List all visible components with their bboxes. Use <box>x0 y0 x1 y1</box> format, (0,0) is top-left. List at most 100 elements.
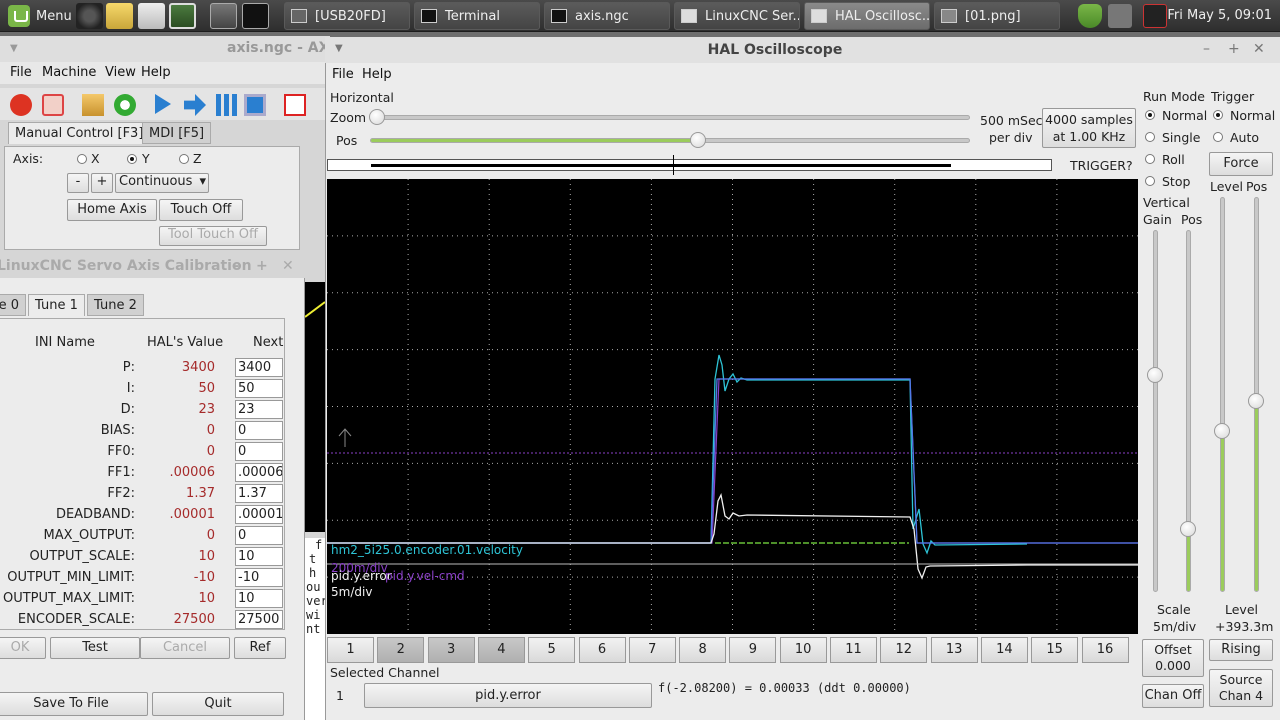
task-linuxcnc-servo[interactable]: LinuxCNC Ser... <box>674 2 800 30</box>
touch-off-button[interactable]: Touch Off <box>159 199 243 221</box>
channel-button-13[interactable]: 13 <box>930 637 978 663</box>
channel-button-2[interactable]: 2 <box>377 637 425 663</box>
task-hal-oscilloscope[interactable]: HAL Oscillosc... <box>804 2 930 30</box>
param-next-input[interactable]: .00001 <box>235 505 283 524</box>
param-next-input[interactable]: 0 <box>235 442 283 461</box>
trigger-level-knob[interactable] <box>1214 423 1230 439</box>
channel-button-3[interactable]: 3 <box>427 637 475 663</box>
channel-button-14[interactable]: 14 <box>980 637 1028 663</box>
channel-button-10[interactable]: 10 <box>779 637 827 663</box>
param-next-input[interactable]: 3400 <box>235 358 283 377</box>
start-menu-button[interactable]: Menu <box>0 0 72 32</box>
channel-button-4[interactable]: 4 <box>477 637 525 663</box>
vertical-pos-knob[interactable] <box>1180 521 1196 537</box>
axis-menu-machine[interactable]: Machine <box>42 65 96 80</box>
channel-button-15[interactable]: 15 <box>1031 637 1079 663</box>
channel-button-9[interactable]: 9 <box>729 637 777 663</box>
channel-button-5[interactable]: 5 <box>528 637 576 663</box>
shield-icon[interactable] <box>1078 4 1102 28</box>
axis-menu-file[interactable]: File <box>10 65 32 80</box>
axis-radio-y[interactable] <box>127 154 137 164</box>
pos-slider-knob[interactable] <box>690 132 706 148</box>
gimp-launcher-icon[interactable] <box>106 3 133 29</box>
vertical-pos-slider[interactable] <box>1186 230 1191 592</box>
channel-button-16[interactable]: 16 <box>1081 637 1129 663</box>
source-button[interactable]: Source Chan 4 <box>1209 669 1273 707</box>
step-icon[interactable] <box>184 94 206 116</box>
volume-icon[interactable] <box>1108 4 1132 28</box>
zoom-slider[interactable] <box>370 115 970 120</box>
save-to-file-button[interactable]: Save To File <box>0 692 148 716</box>
param-next-input[interactable]: 23 <box>235 400 283 419</box>
pause-icon[interactable] <box>216 94 238 116</box>
scope-menu-help[interactable]: Help <box>362 67 392 82</box>
clock[interactable]: Fri May 5, 09:01 <box>1167 8 1272 23</box>
stop-icon[interactable] <box>244 94 266 116</box>
home-axis-button[interactable]: Home Axis <box>67 199 157 221</box>
scope-display[interactable]: hm2_5i25.0.encoder.01.velocity 200m/div … <box>327 179 1138 634</box>
param-next-input[interactable]: .00006 <box>235 463 283 482</box>
jog-minus-button[interactable]: - <box>67 173 89 193</box>
channel-button-6[interactable]: 6 <box>578 637 626 663</box>
run-mode-roll-radio[interactable] <box>1145 154 1155 164</box>
channel-button-8[interactable]: 8 <box>679 637 727 663</box>
tool-touch-off-button[interactable]: Tool Touch Off <box>159 226 267 246</box>
text-editor-launcher-icon[interactable] <box>138 3 165 29</box>
tab-tune-0[interactable]: Tune 0 <box>0 294 26 316</box>
maximize-icon[interactable]: + <box>256 258 268 274</box>
system-monitor-launcher-icon[interactable] <box>169 3 196 29</box>
axis-menu-help[interactable]: Help <box>141 65 171 80</box>
axis-radio-x[interactable] <box>77 154 87 164</box>
trigger-pos-knob[interactable] <box>1248 393 1264 409</box>
param-next-input[interactable]: 0 <box>235 526 283 545</box>
jog-mode-select[interactable]: Continuous ▾ <box>115 173 209 193</box>
chan-off-button[interactable]: Chan Off <box>1142 684 1204 708</box>
webcam-launcher-icon[interactable] <box>76 3 103 29</box>
file-manager-launcher-icon[interactable] <box>210 3 237 29</box>
param-next-input[interactable]: -10 <box>235 568 283 587</box>
pos-slider[interactable] <box>370 138 970 143</box>
run-mode-single-radio[interactable] <box>1145 132 1155 142</box>
run-mode-normal-radio[interactable] <box>1145 110 1155 120</box>
zoom-slider-knob[interactable] <box>369 109 385 125</box>
vertical-gain-slider[interactable] <box>1153 230 1158 592</box>
calibration-titlebar[interactable]: LinuxCNC Servo Axis Calibration – + ✕ <box>0 254 305 278</box>
tab-mdi[interactable]: MDI [F5] <box>142 122 212 144</box>
axis-radio-z[interactable] <box>179 154 189 164</box>
revert-button[interactable]: Ref <box>234 637 286 659</box>
channel-button-1[interactable]: 1 <box>327 637 374 663</box>
channel-button-7[interactable]: 7 <box>628 637 676 663</box>
terminal-launcher-icon[interactable] <box>242 3 269 29</box>
param-next-input[interactable]: 1.37 <box>235 484 283 503</box>
trigger-level-slider[interactable] <box>1220 197 1225 592</box>
axis-preview-canvas[interactable] <box>305 282 325 532</box>
close-icon[interactable]: ✕ <box>282 258 294 274</box>
param-next-input[interactable]: 50 <box>235 379 283 398</box>
window-menu-icon[interactable]: ▼ <box>10 43 18 54</box>
trigger-auto-radio[interactable] <box>1213 132 1223 142</box>
tab-tune-1[interactable]: Tune 1 <box>28 294 85 316</box>
task-terminal[interactable]: Terminal <box>414 2 540 30</box>
param-next-input[interactable]: 27500 <box>235 610 283 629</box>
ok-button[interactable]: OK <box>0 637 46 659</box>
trigger-normal-radio[interactable] <box>1213 110 1223 120</box>
channel-button-12[interactable]: 12 <box>880 637 928 663</box>
offset-button[interactable]: Offset 0.000 <box>1142 639 1204 677</box>
minimize-icon[interactable]: – <box>1203 41 1210 57</box>
jog-plus-button[interactable]: + <box>91 173 113 193</box>
task-image[interactable]: [01.png] <box>934 2 1060 30</box>
block-delete-icon[interactable] <box>284 94 306 116</box>
task-axis[interactable]: axis.ngc <box>544 2 670 30</box>
estop-icon[interactable] <box>10 94 32 116</box>
reload-icon[interactable] <box>114 94 136 116</box>
tab-manual-control[interactable]: Manual Control [F3] <box>8 122 151 144</box>
samples-button[interactable]: 4000 samples at 1.00 KHz <box>1042 108 1136 148</box>
test-button[interactable]: Test <box>50 637 140 659</box>
run-mode-stop-radio[interactable] <box>1145 176 1155 186</box>
rising-button[interactable]: Rising <box>1209 639 1273 661</box>
scope-titlebar[interactable]: ▼ HAL Oscilloscope – + ✕ <box>325 37 1280 63</box>
network-icon[interactable] <box>1143 4 1167 28</box>
param-next-input[interactable]: 10 <box>235 547 283 566</box>
axis-menu-view[interactable]: View <box>105 65 136 80</box>
quit-button[interactable]: Quit <box>152 692 284 716</box>
